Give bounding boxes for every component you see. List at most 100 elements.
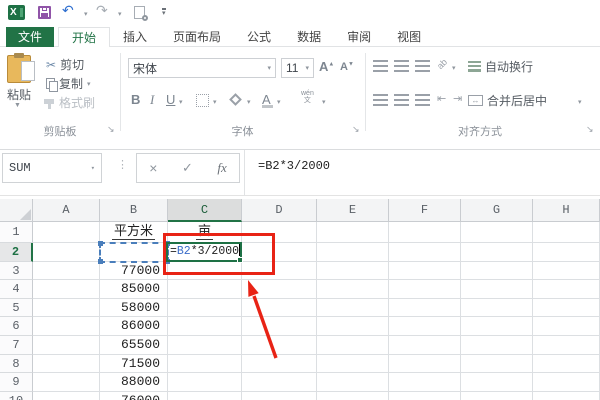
cell-B10[interactable]: 76000 xyxy=(100,391,168,400)
row-header-4[interactable]: 4 xyxy=(0,280,33,299)
grow-font-button[interactable]: A▲ xyxy=(319,59,334,74)
fill-color-dropdown-icon[interactable]: ▾ xyxy=(247,98,251,106)
redo-dropdown-icon[interactable]: ▾ xyxy=(118,10,122,18)
cell-E10[interactable] xyxy=(317,391,389,400)
increase-indent-icon[interactable]: ⇥ xyxy=(453,92,462,105)
tab-data[interactable]: 数据 xyxy=(284,27,334,47)
align-left-icon[interactable] xyxy=(373,94,388,106)
copy-button[interactable]: 复制 ▾ xyxy=(46,75,91,92)
orientation-dropdown-icon[interactable]: ▾ xyxy=(452,64,456,72)
cell-A5[interactable] xyxy=(33,298,100,318)
cell-B9[interactable]: 88000 xyxy=(100,373,168,392)
select-all-corner[interactable] xyxy=(0,199,33,222)
cell-G1[interactable] xyxy=(461,222,533,243)
column-header-A[interactable]: A xyxy=(33,199,100,222)
redo-icon[interactable]: ↷ xyxy=(96,2,108,19)
cell-B4[interactable]: 85000 xyxy=(100,280,168,299)
row-header-5[interactable]: 5 xyxy=(0,298,33,318)
insert-function-icon[interactable]: fx xyxy=(217,160,226,176)
cell-H1[interactable] xyxy=(533,222,600,243)
cell-G3[interactable] xyxy=(461,261,533,281)
italic-button[interactable]: I xyxy=(150,92,154,108)
font-color-button[interactable]: A xyxy=(262,92,273,108)
wrap-text-button[interactable]: 自动换行 xyxy=(468,58,533,75)
undo-icon[interactable]: ↶ xyxy=(62,2,74,19)
cell-D6[interactable] xyxy=(242,317,317,336)
tab-review[interactable]: 审阅 xyxy=(334,27,384,47)
column-header-E[interactable]: E xyxy=(317,199,389,222)
row-header-6[interactable]: 6 xyxy=(0,317,33,336)
cell-A4[interactable] xyxy=(33,280,100,299)
undo-dropdown-icon[interactable]: ▾ xyxy=(84,10,88,18)
cell-F5[interactable] xyxy=(389,298,461,318)
cell-F1[interactable] xyxy=(389,222,461,243)
cell-E1[interactable] xyxy=(317,222,389,243)
alignment-dialog-launcher-icon[interactable]: ↘ xyxy=(586,125,594,134)
formula-input[interactable]: =B2*3/2000 xyxy=(258,159,330,173)
align-center-icon[interactable] xyxy=(394,94,409,106)
cell-A2[interactable] xyxy=(33,243,100,262)
cell-A6[interactable] xyxy=(33,317,100,336)
row-header-7[interactable]: 7 xyxy=(0,335,33,355)
underline-dropdown-icon[interactable]: ▾ xyxy=(179,98,183,106)
column-header-H[interactable]: H xyxy=(533,199,600,222)
column-header-D[interactable]: D xyxy=(242,199,317,222)
cell-E3[interactable] xyxy=(317,261,389,281)
cell-F7[interactable] xyxy=(389,335,461,355)
underline-button[interactable]: U xyxy=(166,92,175,107)
cell-G10[interactable] xyxy=(461,391,533,400)
cell-C7[interactable] xyxy=(168,335,242,355)
cell-B7[interactable]: 65500 xyxy=(100,335,168,355)
tab-view[interactable]: 视图 xyxy=(384,27,434,47)
orientation-icon[interactable]: ab xyxy=(435,57,449,71)
cell-F6[interactable] xyxy=(389,317,461,336)
tab-file[interactable]: 文件 xyxy=(6,27,54,47)
align-middle-icon[interactable] xyxy=(394,60,409,72)
cell-E2[interactable] xyxy=(317,243,389,262)
cell-E4[interactable] xyxy=(317,280,389,299)
cell-H5[interactable] xyxy=(533,298,600,318)
phonetic-guide-button[interactable]: wén 文 xyxy=(301,90,314,104)
name-box-dropdown-icon[interactable]: ▾ xyxy=(91,164,95,173)
cell-G8[interactable] xyxy=(461,354,533,374)
format-painter-button[interactable]: 格式刷 xyxy=(44,94,95,111)
print-preview-icon[interactable] xyxy=(134,6,148,21)
phonetic-dropdown-icon[interactable]: ▾ xyxy=(322,98,326,106)
cell-F2[interactable] xyxy=(389,243,461,262)
column-header-G[interactable]: G xyxy=(461,199,533,222)
cell-E8[interactable] xyxy=(317,354,389,374)
row-header-1[interactable]: 1 xyxy=(0,222,33,243)
cut-button[interactable]: ✂ 剪切 xyxy=(46,56,84,73)
cell-A10[interactable] xyxy=(33,391,100,400)
cell-H3[interactable] xyxy=(533,261,600,281)
column-header-C[interactable]: C xyxy=(168,199,242,222)
shrink-font-button[interactable]: A▼ xyxy=(340,61,354,73)
tab-insert[interactable]: 插入 xyxy=(110,27,160,47)
cell-A7[interactable] xyxy=(33,335,100,355)
decrease-indent-icon[interactable]: ⇤ xyxy=(437,92,446,105)
enter-icon[interactable]: ✓ xyxy=(182,160,193,176)
cell-B1[interactable]: 平方米 xyxy=(100,222,168,243)
row-header-8[interactable]: 8 xyxy=(0,354,33,374)
align-top-icon[interactable] xyxy=(373,60,388,72)
name-box[interactable]: SUM ▾ xyxy=(2,153,102,183)
cell-E6[interactable] xyxy=(317,317,389,336)
copy-dropdown-icon[interactable]: ▾ xyxy=(87,80,91,88)
tab-home[interactable]: 开始 xyxy=(58,27,111,47)
cancel-icon[interactable]: × xyxy=(149,160,157,176)
cell-B5[interactable]: 58000 xyxy=(100,298,168,318)
cell-H2[interactable] xyxy=(533,243,600,262)
paste-dropdown-icon[interactable]: ▼ xyxy=(14,102,21,109)
column-header-B[interactable]: B xyxy=(100,199,168,222)
cell-H9[interactable] xyxy=(533,373,600,392)
font-size-select[interactable]: 11 ▾ xyxy=(281,58,314,78)
column-header-F[interactable]: F xyxy=(389,199,461,222)
cell-G2[interactable] xyxy=(461,243,533,262)
cell-E5[interactable] xyxy=(317,298,389,318)
clipboard-dialog-launcher-icon[interactable]: ↘ xyxy=(107,125,115,134)
cell-B8[interactable]: 71500 xyxy=(100,354,168,374)
merge-center-dropdown-icon[interactable]: ▾ xyxy=(578,98,582,106)
tab-page-layout[interactable]: 页面布局 xyxy=(160,27,234,47)
cell-G9[interactable] xyxy=(461,373,533,392)
cell-C5[interactable] xyxy=(168,298,242,318)
